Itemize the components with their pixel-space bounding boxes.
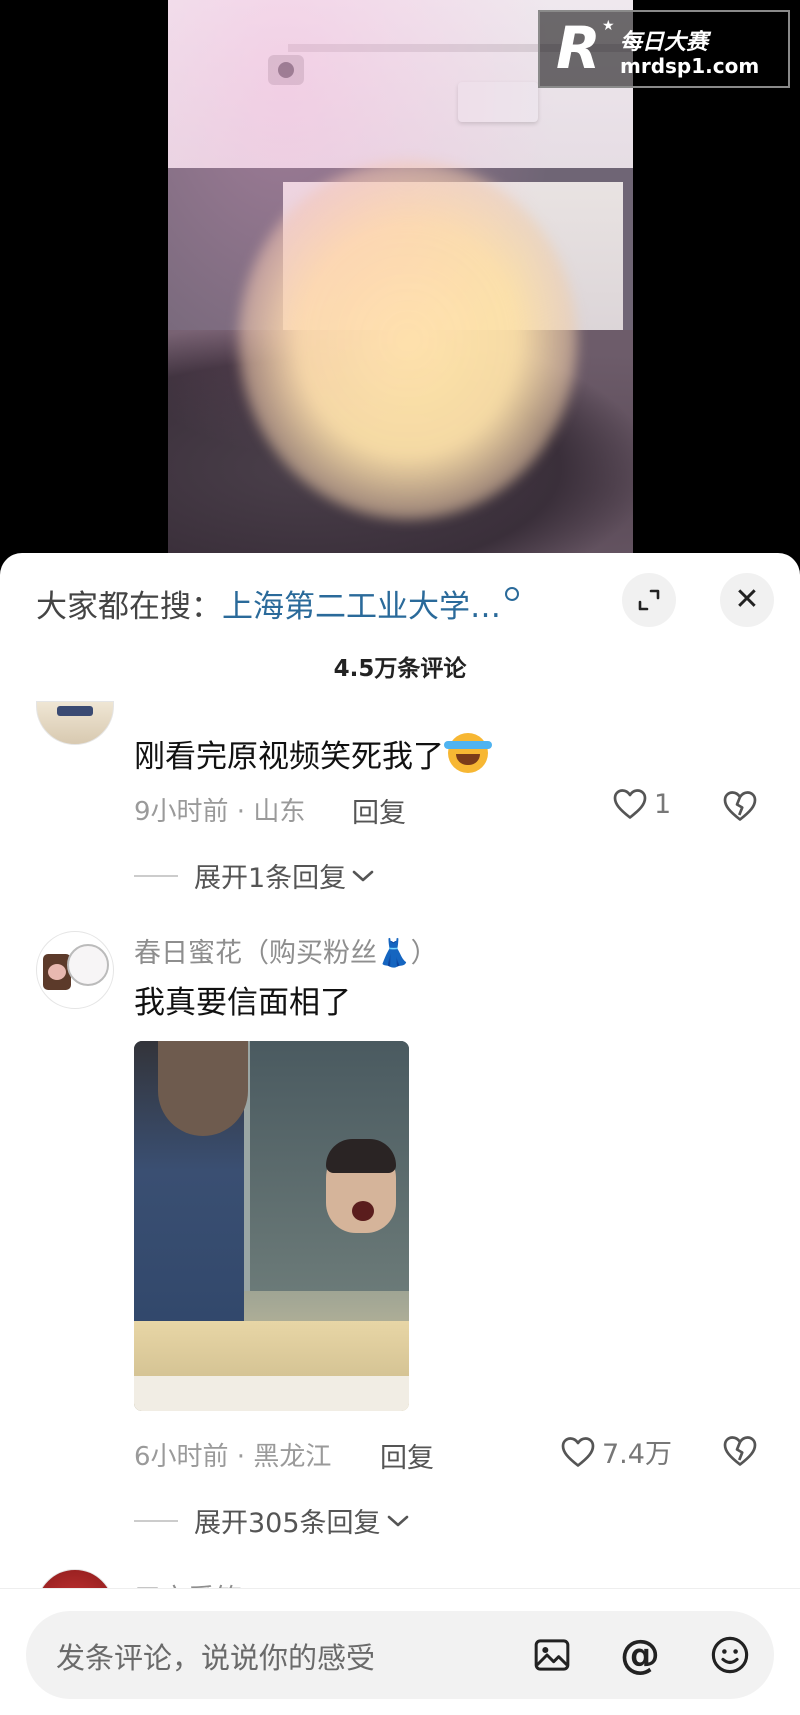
photo-person-head	[158, 1041, 248, 1136]
watermark-logo: R ★ 每日大赛 mrdsp1.com	[538, 10, 790, 88]
expand-button[interactable]	[622, 573, 676, 627]
broken-heart-icon	[723, 1436, 757, 1466]
logo-letter: R	[556, 14, 601, 82]
laughing-crying-emoji-icon	[444, 733, 492, 773]
like-button[interactable]: 1	[612, 787, 671, 821]
divider-dash	[134, 874, 178, 877]
expand-replies-label: 展开305条回复	[194, 1508, 381, 1539]
comment-count: 4.5万条评论	[333, 656, 467, 682]
heart-icon	[561, 1436, 595, 1467]
search-icon	[505, 587, 519, 601]
image-button[interactable]	[530, 1633, 574, 1677]
dislike-button[interactable]	[722, 789, 758, 827]
username[interactable]: 春日蜜花（购买粉丝👗）	[134, 931, 438, 970]
logo-domain: mrdsp1.com	[620, 54, 760, 78]
comment-text: 刚看完原视频笑死我了	[134, 727, 492, 776]
close-icon: ✕	[734, 582, 760, 617]
avatar[interactable]	[36, 701, 114, 745]
chevron-down-icon	[387, 1515, 408, 1526]
mention-button[interactable]: @	[618, 1633, 662, 1677]
expand-icon	[638, 589, 660, 611]
trending-search[interactable]: 大家都在搜：上海第二工业大学…	[36, 581, 519, 626]
divider-dash	[134, 1519, 178, 1522]
comment-input-placeholder: 发条评论，说说你的感受	[56, 1641, 376, 1675]
comment-sheet: 大家都在搜：上海第二工业大学… ✕ 4.5万条评论 刚看完原视频笑死我了 9小时…	[0, 553, 800, 1715]
avatar[interactable]	[36, 931, 114, 1009]
comment-text: 我真要信面相了	[134, 985, 351, 1021]
reply-button[interactable]: 回复	[380, 1436, 434, 1475]
trending-search-prefix: 大家都在搜：	[36, 589, 222, 625]
comment-meta: 6小时前 · 黑龙江	[134, 1442, 332, 1472]
dislike-button[interactable]	[722, 1434, 758, 1472]
expand-replies[interactable]: 展开1条回复	[134, 856, 376, 895]
image-icon	[534, 1639, 570, 1671]
heart-icon	[613, 789, 647, 819]
emoji-button[interactable]	[708, 1633, 752, 1677]
logo-title: 每日大赛	[620, 30, 709, 55]
photo-student-mouth	[352, 1201, 374, 1221]
expand-replies-label: 展开1条回复	[194, 863, 347, 894]
photo-desk-edge	[134, 1376, 409, 1411]
emoji-icon	[711, 1636, 749, 1674]
comment-text-content: 刚看完原视频笑死我了	[134, 739, 444, 775]
like-count: 7.4万	[602, 1439, 672, 1470]
trending-search-term[interactable]: 上海第二工业大学…	[222, 589, 501, 625]
cat-illustration	[67, 944, 109, 986]
photo-student-hair	[326, 1139, 396, 1173]
comment-input[interactable]: 发条评论，说说你的感受 @	[26, 1611, 774, 1699]
at-icon: @	[620, 1632, 660, 1678]
comment-meta: 9小时前 · 山东	[134, 797, 306, 827]
chevron-down-icon	[352, 870, 374, 881]
expand-replies[interactable]: 展开305条回复	[134, 1501, 411, 1540]
like-button[interactable]: 7.4万	[560, 1432, 672, 1471]
comment-input-bar: 发条评论，说说你的感受 @	[0, 1588, 800, 1715]
video-player[interactable]: R ★ 每日大赛 mrdsp1.com	[0, 0, 800, 560]
broken-heart-icon	[723, 791, 757, 821]
close-button[interactable]: ✕	[720, 573, 774, 627]
reply-button[interactable]: 回复	[352, 791, 406, 830]
star-icon: ★	[602, 18, 615, 34]
like-count: 1	[654, 788, 672, 820]
comment-image[interactable]	[134, 1041, 409, 1411]
